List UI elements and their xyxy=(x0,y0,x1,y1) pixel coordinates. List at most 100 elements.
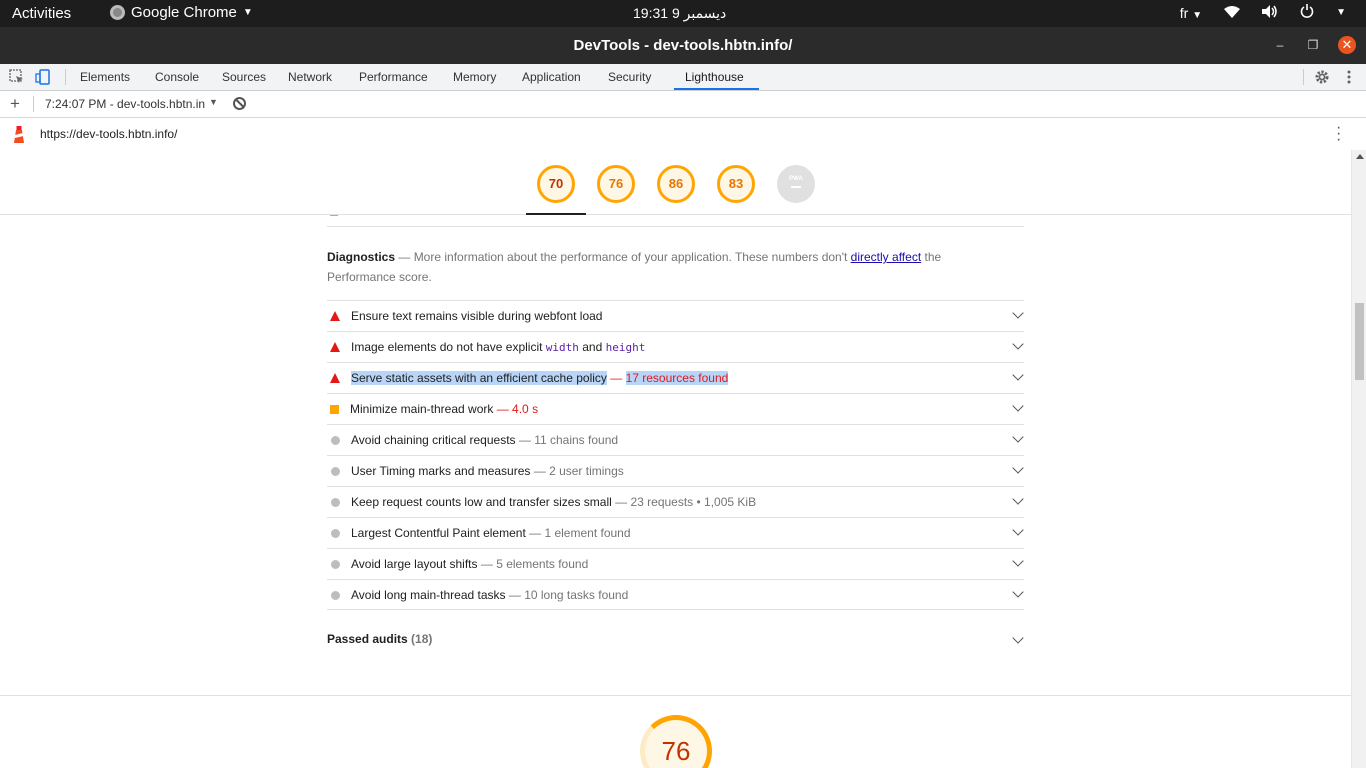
caret-down-icon[interactable]: ▼ xyxy=(209,97,218,107)
report-url[interactable]: https://dev-tools.hbtn.info/ xyxy=(40,127,177,141)
device-toolbar-icon[interactable] xyxy=(35,69,51,85)
report-content: Diagnostics — More information about the… xyxy=(0,150,1351,768)
chevron-down-icon[interactable] xyxy=(1012,524,1024,536)
window-titlebar: DevTools - dev-tools.hbtn.info/ – ❐ ✕ xyxy=(0,27,1366,64)
audit-row[interactable]: Keep request counts low and transfer siz… xyxy=(327,486,1024,517)
info-circle-icon xyxy=(331,560,340,569)
audit-title-text: Serve static assets with an efficient ca… xyxy=(351,371,607,385)
info-circle-icon xyxy=(331,529,340,538)
tab-elements[interactable]: Elements xyxy=(80,70,130,84)
vertical-scrollbar[interactable] xyxy=(1351,150,1366,768)
pwa-gauge[interactable]: PWA xyxy=(777,165,815,203)
activities-button[interactable]: Activities xyxy=(12,5,71,22)
clock[interactable]: 19:31 ديسمبر 9 xyxy=(633,5,726,22)
audit-display-value: 17 resources found xyxy=(625,371,729,385)
audit-row[interactable]: Serve static assets with an efficient ca… xyxy=(327,362,1024,393)
audit-title-text: and xyxy=(578,340,606,354)
report-menu-icon[interactable]: · · · xyxy=(1336,120,1341,148)
audit-row[interactable]: Minimize main-thread work — 4.0 s xyxy=(327,393,1024,424)
fail-triangle-icon xyxy=(330,311,340,321)
gauge-score: 83 xyxy=(728,176,744,191)
tab-application[interactable]: Application xyxy=(522,70,581,84)
audit-display-value: 4.0 s xyxy=(512,402,539,416)
info-circle-icon xyxy=(331,498,340,507)
maximize-icon[interactable]: ❐ xyxy=(1304,36,1322,54)
audit-row[interactable]: Avoid chaining critical requests — 11 ch… xyxy=(327,424,1024,455)
passed-audits-toggle[interactable]: Passed audits (18) xyxy=(327,632,1024,646)
chevron-down-icon[interactable] xyxy=(1012,555,1024,567)
close-icon[interactable]: ✕ xyxy=(1338,36,1356,54)
language-indicator[interactable]: fr ▼ xyxy=(1180,5,1202,21)
performance-gauge[interactable]: 70 xyxy=(537,165,575,203)
info-circle-icon xyxy=(331,436,340,445)
gauge-score: 70 xyxy=(548,176,564,191)
audit-display-value: 5 elements found xyxy=(496,557,589,571)
passed-audits-count: (18) xyxy=(411,632,433,646)
audit-row[interactable]: User Timing marks and measures — 2 user … xyxy=(327,455,1024,486)
info-circle-icon xyxy=(331,591,340,600)
audit-title: Ensure text remains visible during webfo… xyxy=(351,309,603,323)
tab-sources[interactable]: Sources xyxy=(222,70,266,84)
tab-console[interactable]: Console xyxy=(155,70,199,84)
audit-title: Keep request counts low and transfer siz… xyxy=(351,495,757,509)
settings-gear-icon[interactable] xyxy=(1314,69,1330,85)
chevron-down-icon[interactable] xyxy=(1012,338,1024,350)
accessibility-gauge[interactable]: 76 xyxy=(597,165,635,203)
audit-row[interactable]: Image elements do not have explicit widt… xyxy=(327,331,1024,362)
best-practices-gauge[interactable]: 86 xyxy=(657,165,695,203)
directly-affect-link[interactable]: directly affect xyxy=(851,250,921,264)
audit-row[interactable]: Ensure text remains visible during webfo… xyxy=(327,300,1024,331)
volume-icon xyxy=(1262,4,1278,21)
tab-memory[interactable]: Memory xyxy=(453,70,496,84)
chevron-down-icon[interactable] xyxy=(1012,369,1024,381)
minimize-icon[interactable]: – xyxy=(1271,36,1289,54)
audit-row[interactable]: Largest Contentful Paint element — 1 ele… xyxy=(327,517,1024,548)
system-tray[interactable]: fr ▼ ▼ xyxy=(1180,4,1346,21)
diagnostics-heading: Diagnostics xyxy=(327,250,396,264)
tab-lighthouse[interactable]: Lighthouse xyxy=(685,70,744,84)
diagnostics-audit-list: Ensure text remains visible during webfo… xyxy=(327,300,1024,610)
devtools-tab-bar: Elements Console Sources Network Perform… xyxy=(0,64,1366,91)
gauge-score: 86 xyxy=(668,176,684,191)
audit-title-text: Keep request counts low and transfer siz… xyxy=(351,495,612,509)
window-title: DevTools - dev-tools.hbtn.info/ xyxy=(573,37,793,54)
seo-gauge[interactable]: 83 xyxy=(717,165,755,203)
chevron-down-icon[interactable] xyxy=(1012,632,1024,644)
audit-row[interactable]: Avoid large layout shifts — 5 elements f… xyxy=(327,548,1024,579)
chevron-down-icon[interactable] xyxy=(1012,400,1024,412)
scrollbar-thumb[interactable] xyxy=(1355,303,1364,380)
report-selector[interactable]: 7:24:07 PM - dev-tools.hbtn.in xyxy=(45,97,205,111)
tab-network[interactable]: Network xyxy=(288,70,332,84)
caret-down-icon: ▼ xyxy=(1336,7,1346,18)
new-report-icon[interactable]: + xyxy=(10,94,20,114)
lighthouse-toolbar: + 7:24:07 PM - dev-tools.hbtn.in ▼ xyxy=(0,91,1366,118)
scroll-up-arrow-icon[interactable] xyxy=(1356,154,1364,159)
audit-row[interactable]: Avoid long main-thread tasks — 10 long t… xyxy=(327,579,1024,610)
tab-performance[interactable]: Performance xyxy=(359,70,428,84)
diagnostics-text: More information about the performance o… xyxy=(413,250,851,264)
chevron-down-icon[interactable] xyxy=(1012,307,1024,319)
system-top-bar: Activities Google Chrome ▼ 19:31 ديسمبر … xyxy=(0,0,1366,27)
chevron-down-icon[interactable] xyxy=(1012,586,1024,598)
diagnostics-description: Diagnostics — More information about the… xyxy=(327,247,967,287)
audit-title-text: Avoid large layout shifts xyxy=(351,557,478,571)
chevron-down-icon[interactable] xyxy=(1012,431,1024,443)
dash: — xyxy=(395,250,414,264)
chevron-down-icon[interactable] xyxy=(1012,462,1024,474)
app-menu[interactable]: Google Chrome ▼ xyxy=(110,4,253,21)
code-width: width xyxy=(545,341,579,354)
chevron-down-icon[interactable] xyxy=(1012,493,1024,505)
tab-security[interactable]: Security xyxy=(608,70,651,84)
category-score-gauge[interactable]: 76 xyxy=(640,715,712,768)
audit-title-text: Minimize main-thread work xyxy=(350,402,494,416)
audit-title-text: Image elements do not have explicit xyxy=(351,340,546,354)
audit-title: Avoid large layout shifts — 5 elements f… xyxy=(351,557,589,571)
wifi-icon xyxy=(1224,5,1241,21)
audit-title: Image elements do not have explicit widt… xyxy=(351,340,645,354)
inspect-element-icon[interactable] xyxy=(9,69,25,85)
clear-reports-icon[interactable] xyxy=(233,97,246,110)
more-options-icon[interactable] xyxy=(1346,69,1362,85)
audit-title-text: Avoid chaining critical requests xyxy=(351,433,516,447)
audit-display-value: 1 element found xyxy=(544,526,631,540)
code-height: height xyxy=(605,341,646,354)
